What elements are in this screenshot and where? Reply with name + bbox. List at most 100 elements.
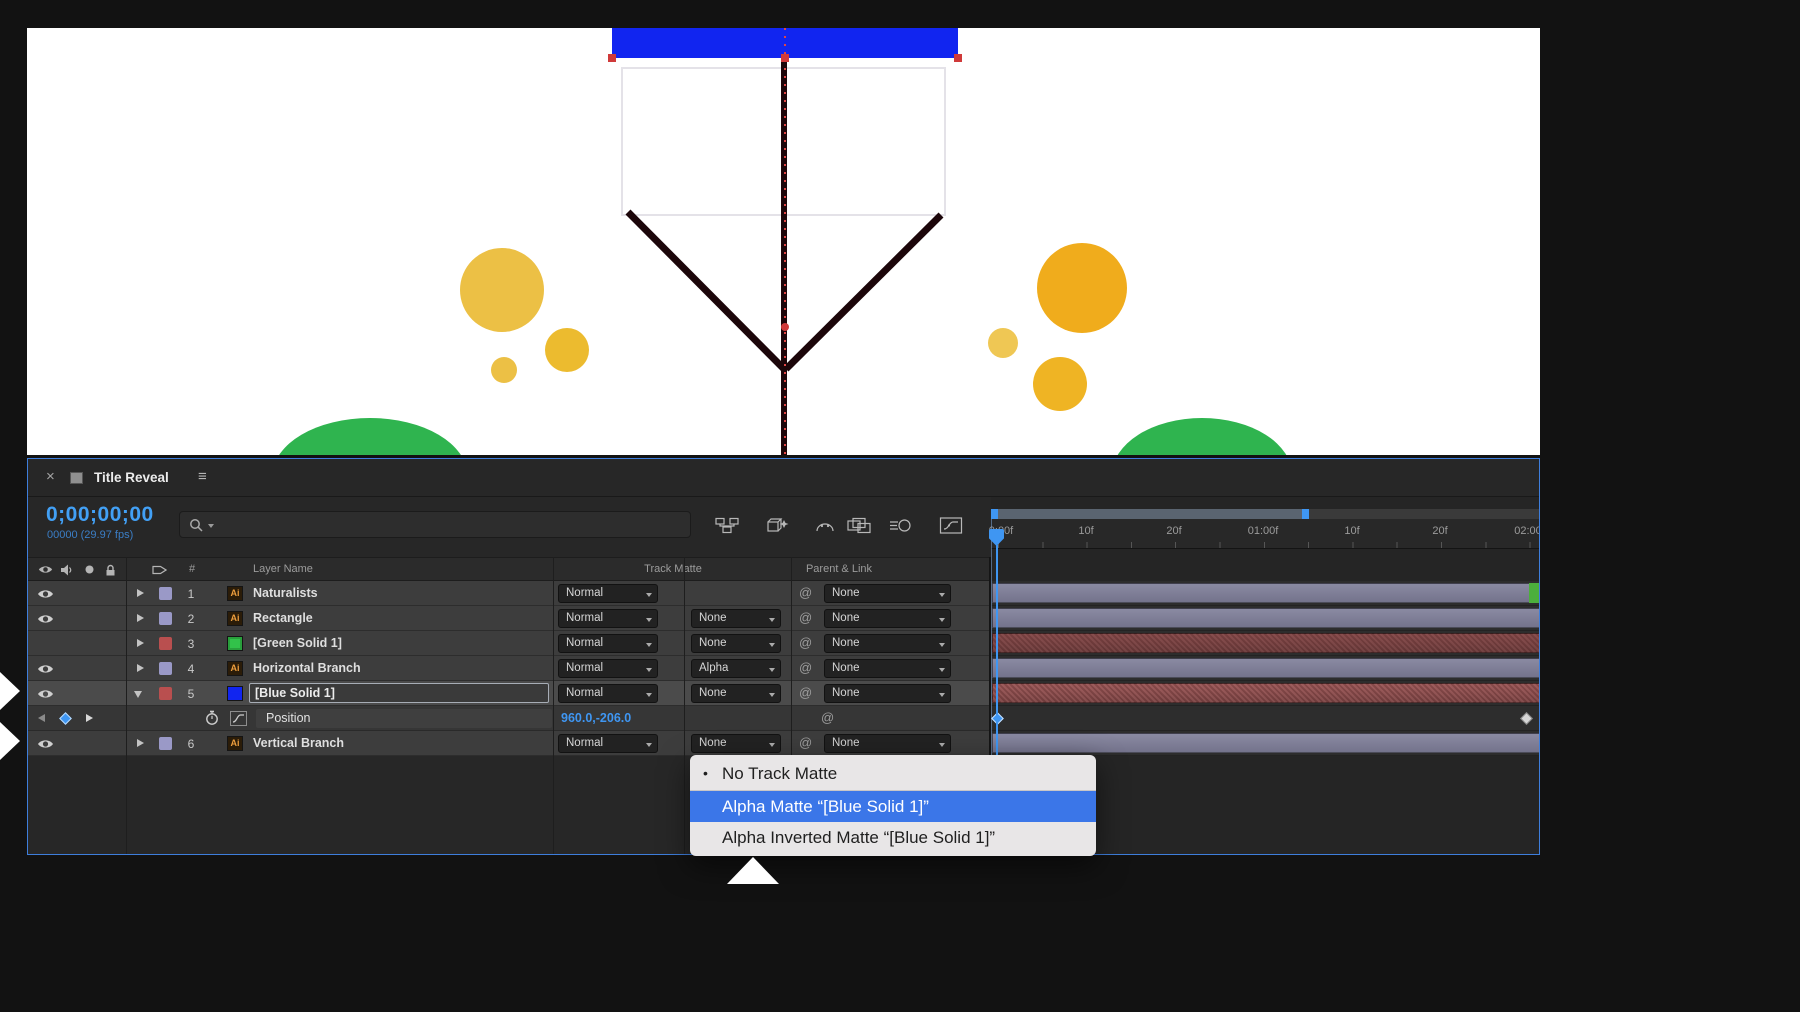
position-property-row[interactable]: Position 960.0,-206.0 @ xyxy=(28,706,991,731)
blend-mode-dropdown[interactable]: Normal xyxy=(558,609,658,628)
blend-mode-dropdown[interactable]: Normal xyxy=(558,734,658,753)
menu-item-alpha-inverted-matte[interactable]: Alpha Inverted Matte “[Blue Solid 1]” xyxy=(690,822,1096,853)
position-value[interactable]: 960.0,-206.0 xyxy=(561,711,631,725)
parent-dropdown[interactable]: None xyxy=(824,659,951,678)
yellow-circle-left-small[interactable] xyxy=(491,357,517,383)
layer-row-rectangle[interactable]: 2 Ai Rectangle Normal None @ None xyxy=(28,606,991,631)
stopwatch-icon[interactable] xyxy=(204,710,220,731)
parent-dropdown[interactable]: None xyxy=(824,634,951,653)
layer-name[interactable]: Rectangle xyxy=(253,611,313,625)
parent-dropdown[interactable]: None xyxy=(824,734,951,753)
next-keyframe-icon[interactable] xyxy=(86,714,93,722)
expand-arrow-icon[interactable] xyxy=(137,664,144,672)
yellow-circle-right-large[interactable] xyxy=(1037,243,1127,333)
label-color-swatch[interactable] xyxy=(159,637,172,650)
composition-mini-flowchart-icon[interactable] xyxy=(714,515,740,535)
pickwhip-icon[interactable]: @ xyxy=(799,685,812,700)
work-area-bar[interactable] xyxy=(991,509,1309,519)
search-options-chevron-icon[interactable] xyxy=(208,524,214,528)
expand-arrow-icon[interactable] xyxy=(137,614,144,622)
selection-handle[interactable] xyxy=(608,54,616,62)
hide-shy-layers-icon[interactable] xyxy=(812,515,838,535)
label-color-swatch[interactable] xyxy=(159,662,172,675)
layer-name[interactable]: Vertical Branch xyxy=(253,736,344,750)
panel-menu-icon[interactable]: ≡ xyxy=(198,468,207,485)
blend-mode-dropdown[interactable]: Normal xyxy=(558,584,658,603)
duration-bar-naturalists[interactable] xyxy=(992,583,1540,603)
visibility-eye-icon[interactable] xyxy=(37,587,54,605)
visibility-eye-icon[interactable] xyxy=(37,612,54,630)
panel-close-button[interactable]: × xyxy=(46,468,55,485)
branch-right[interactable] xyxy=(786,215,941,369)
track-matte-dropdown[interactable]: None xyxy=(691,734,781,753)
selection-handle[interactable] xyxy=(954,54,962,62)
label-column-tag-icon[interactable] xyxy=(152,564,167,579)
branch-left[interactable] xyxy=(628,212,784,369)
layer-row-horizontal-branch[interactable]: 4 Ai Horizontal Branch Normal Alpha @ No… xyxy=(28,656,991,681)
yellow-circle-right-medium[interactable] xyxy=(1033,357,1087,411)
pickwhip-icon[interactable]: @ xyxy=(799,610,812,625)
draft-3d-icon[interactable] xyxy=(764,515,790,535)
visibility-eye-icon[interactable] xyxy=(37,662,54,680)
keyframe-toggle-icon[interactable] xyxy=(59,712,72,725)
composition-canvas[interactable] xyxy=(27,28,1540,455)
expand-arrow-icon[interactable] xyxy=(137,739,144,747)
layer-name-field[interactable]: [Blue Solid 1] xyxy=(249,683,549,703)
motion-blur-icon[interactable] xyxy=(888,515,914,535)
layer-row-blue-solid[interactable]: 5 [Blue Solid 1] Normal None @ None xyxy=(28,681,991,706)
label-color-swatch[interactable] xyxy=(159,737,172,750)
pickwhip-icon[interactable]: @ xyxy=(799,585,812,600)
graph-editor-icon[interactable] xyxy=(938,515,964,535)
label-color-swatch[interactable] xyxy=(159,687,172,700)
duration-bar-horizontal-branch[interactable] xyxy=(992,658,1540,678)
pickwhip-icon[interactable]: @ xyxy=(821,710,834,725)
duration-bar-green-solid[interactable] xyxy=(992,633,1540,653)
duration-bar-blue-solid[interactable] xyxy=(992,683,1540,703)
anchor-point[interactable] xyxy=(781,323,789,331)
track-matte-dropdown[interactable]: None xyxy=(691,634,781,653)
layer-row-naturalists[interactable]: 1 Ai Naturalists Normal @ None xyxy=(28,581,991,606)
blend-mode-dropdown[interactable]: Normal xyxy=(558,684,658,703)
timeline-tab-title[interactable]: Title Reveal xyxy=(94,470,169,485)
header-layer-name[interactable]: Layer Name xyxy=(253,563,313,575)
graph-icon[interactable] xyxy=(230,711,247,731)
time-ruler[interactable]: 0:00f 10f 20f 01:00f 10f 20f 02:00 xyxy=(991,519,1540,549)
expand-arrow-icon[interactable] xyxy=(137,639,144,647)
property-name[interactable]: Position xyxy=(256,709,552,728)
green-hill-left[interactable] xyxy=(273,418,467,455)
track-matte-dropdown[interactable]: None xyxy=(691,609,781,628)
collapse-arrow-icon[interactable] xyxy=(134,691,142,698)
frame-blending-icon[interactable] xyxy=(846,515,872,535)
layer-row-vertical-branch[interactable]: 6 Ai Vertical Branch Normal None @ None xyxy=(28,731,991,756)
parent-dropdown[interactable]: None xyxy=(824,609,951,628)
video-column-eye-icon[interactable] xyxy=(38,564,53,578)
yellow-circle-right-small[interactable] xyxy=(988,328,1018,358)
visibility-eye-icon[interactable] xyxy=(37,737,54,755)
menu-item-alpha-matte[interactable]: Alpha Matte “[Blue Solid 1]” xyxy=(690,791,1096,822)
track-matte-dropdown[interactable]: None xyxy=(691,684,781,703)
solo-column-icon[interactable] xyxy=(84,564,95,578)
visibility-eye-icon[interactable] xyxy=(37,687,54,705)
previous-keyframe-icon[interactable] xyxy=(38,714,45,722)
expand-arrow-icon[interactable] xyxy=(137,589,144,597)
green-hill-right[interactable] xyxy=(1112,418,1292,455)
track-matte-dropdown[interactable]: Alpha xyxy=(691,659,781,678)
header-parent-link[interactable]: Parent & Link xyxy=(791,563,887,575)
layer-row-green-solid[interactable]: 3 [Green Solid 1] Normal None @ None xyxy=(28,631,991,656)
current-timecode[interactable]: 0;00;00;00 xyxy=(46,503,154,527)
parent-dropdown[interactable]: None xyxy=(824,684,951,703)
header-number[interactable]: # xyxy=(183,563,201,575)
layer-name[interactable]: [Green Solid 1] xyxy=(253,636,342,650)
selection-handle[interactable] xyxy=(781,54,789,62)
work-area-end-handle[interactable] xyxy=(1302,509,1309,519)
pickwhip-icon[interactable]: @ xyxy=(799,735,812,750)
duration-bar-vertical-branch[interactable] xyxy=(992,733,1540,753)
blend-mode-dropdown[interactable]: Normal xyxy=(558,634,658,653)
composition-viewer[interactable] xyxy=(27,28,1540,455)
pickwhip-icon[interactable]: @ xyxy=(799,635,812,650)
menu-item-no-track-matte[interactable]: • No Track Matte xyxy=(690,755,1096,790)
audio-column-speaker-icon[interactable] xyxy=(60,564,73,579)
duration-bar-rectangle[interactable] xyxy=(992,608,1540,628)
work-area-start-handle[interactable] xyxy=(991,509,998,519)
blend-mode-dropdown[interactable]: Normal xyxy=(558,659,658,678)
